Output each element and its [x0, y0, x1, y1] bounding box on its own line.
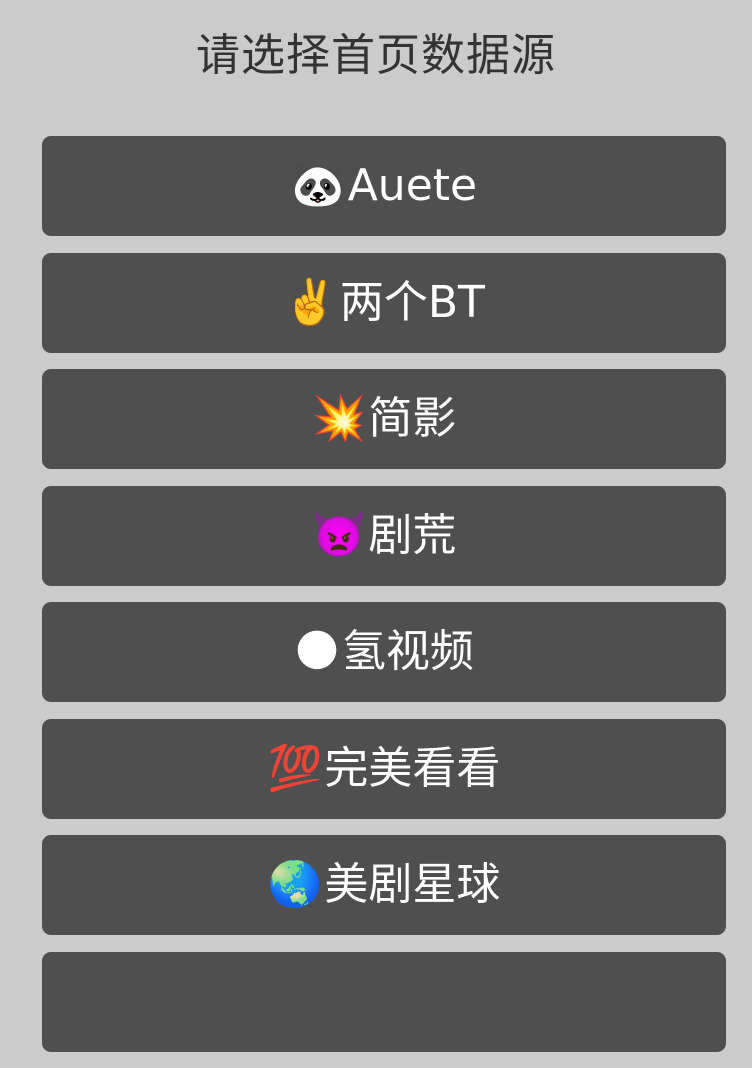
source-label: 氢视频	[341, 626, 474, 677]
panda-icon: 🐼	[290, 160, 346, 211]
dialog-title: 请选择首页数据源	[196, 30, 556, 81]
source-list: 🐼 Auete ✌️ 两个BT 💥 简影 👿 剧荒 🌑 氢视频 💯 完美看看 🌏…	[42, 136, 726, 1068]
source-label: 两个BT	[339, 276, 485, 328]
source-item-juhuang[interactable]: 👿 剧荒	[42, 485, 726, 586]
angry-devil-icon: 👿	[311, 509, 367, 561]
source-label: 美剧星球	[324, 859, 501, 910]
hundred-points-icon: 💯	[267, 742, 323, 794]
source-item-auete[interactable]: 🐼 Auete	[42, 136, 726, 236]
collision-icon: 💥	[311, 393, 367, 444]
source-item-wanmei-kankan[interactable]: 💯 完美看看	[42, 718, 726, 819]
source-label: 剧荒	[368, 509, 457, 561]
source-item-partial[interactable]	[42, 951, 726, 1052]
source-label: 完美看看	[324, 742, 501, 794]
source-item-liangge-bt[interactable]: ✌️ 两个BT	[42, 252, 726, 353]
source-item-qing-shipin[interactable]: 🌑 氢视频	[42, 602, 726, 702]
victory-hand-icon: ✌️	[283, 276, 338, 328]
globe-icon: 🌏	[267, 859, 323, 910]
source-item-meiju-xingqiu[interactable]: 🌏 美剧星球	[42, 835, 726, 935]
source-item-jianying[interactable]: 💥 简影	[42, 369, 726, 469]
dark-circle-icon: 🌑	[294, 626, 340, 677]
source-label: Auete	[347, 160, 478, 211]
source-label: 简影	[368, 393, 457, 444]
